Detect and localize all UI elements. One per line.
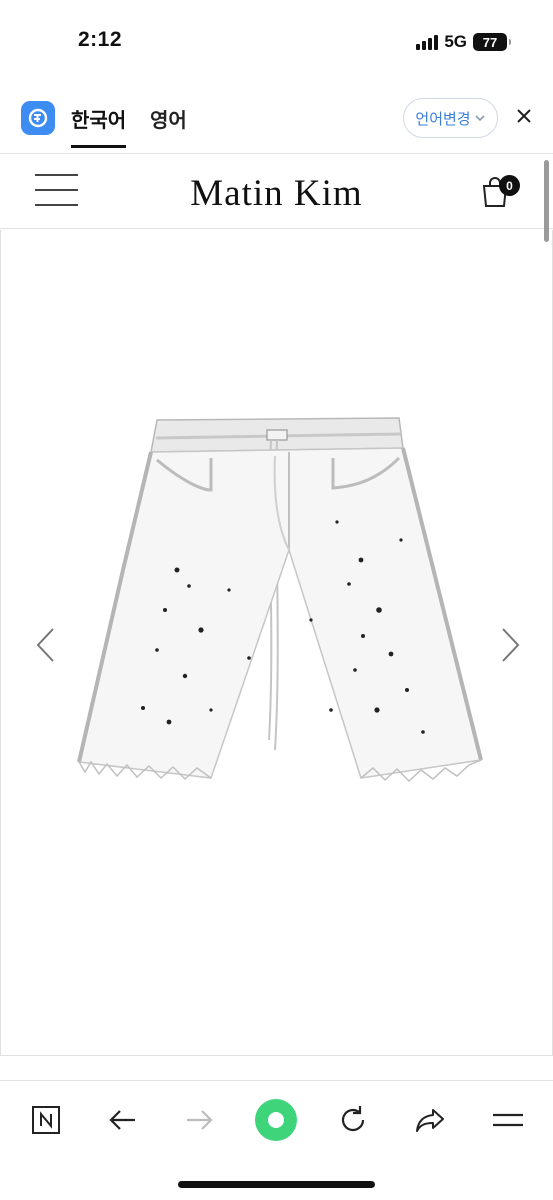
- forward-arrow-icon[interactable]: [178, 1100, 222, 1140]
- product-image-shorts[interactable]: [61, 410, 501, 870]
- close-translate-button[interactable]: [510, 102, 538, 130]
- green-dot-icon[interactable]: [254, 1098, 298, 1142]
- back-arrow-icon[interactable]: [100, 1100, 144, 1140]
- tab-english[interactable]: 영어: [150, 104, 187, 133]
- product-image-viewer: [0, 230, 553, 1056]
- chevron-left-icon[interactable]: [33, 625, 57, 665]
- home-indicator[interactable]: [178, 1181, 375, 1188]
- signal-icon: [416, 34, 439, 50]
- close-icon: [517, 109, 531, 123]
- translate-app-icon[interactable]: [21, 101, 55, 135]
- chevron-right-icon[interactable]: [499, 625, 523, 665]
- change-language-label: 언어변경: [415, 110, 471, 128]
- network-label: 5G: [444, 32, 467, 51]
- change-language-button[interactable]: 언어변경: [403, 98, 498, 138]
- share-icon[interactable]: [408, 1100, 452, 1140]
- status-time: 2:12: [78, 28, 123, 51]
- translate-bar: 한국어 영어 언어변경: [0, 88, 553, 154]
- tab-korean[interactable]: 한국어: [71, 104, 127, 148]
- naver-n-icon[interactable]: [24, 1100, 68, 1140]
- status-indicators: 5G 77: [416, 30, 511, 54]
- cart-count-badge: 0: [499, 175, 520, 196]
- battery-level: 77: [482, 34, 498, 50]
- site-header: Matin Kim: [0, 155, 553, 229]
- menu-icon[interactable]: [486, 1100, 530, 1140]
- refresh-icon[interactable]: [331, 1100, 375, 1140]
- battery-icon: 77: [473, 33, 511, 51]
- status-bar: 2:12 5G 77: [0, 0, 553, 80]
- site-logo[interactable]: Matin Kim: [0, 172, 553, 215]
- chevron-down-icon: [475, 115, 485, 122]
